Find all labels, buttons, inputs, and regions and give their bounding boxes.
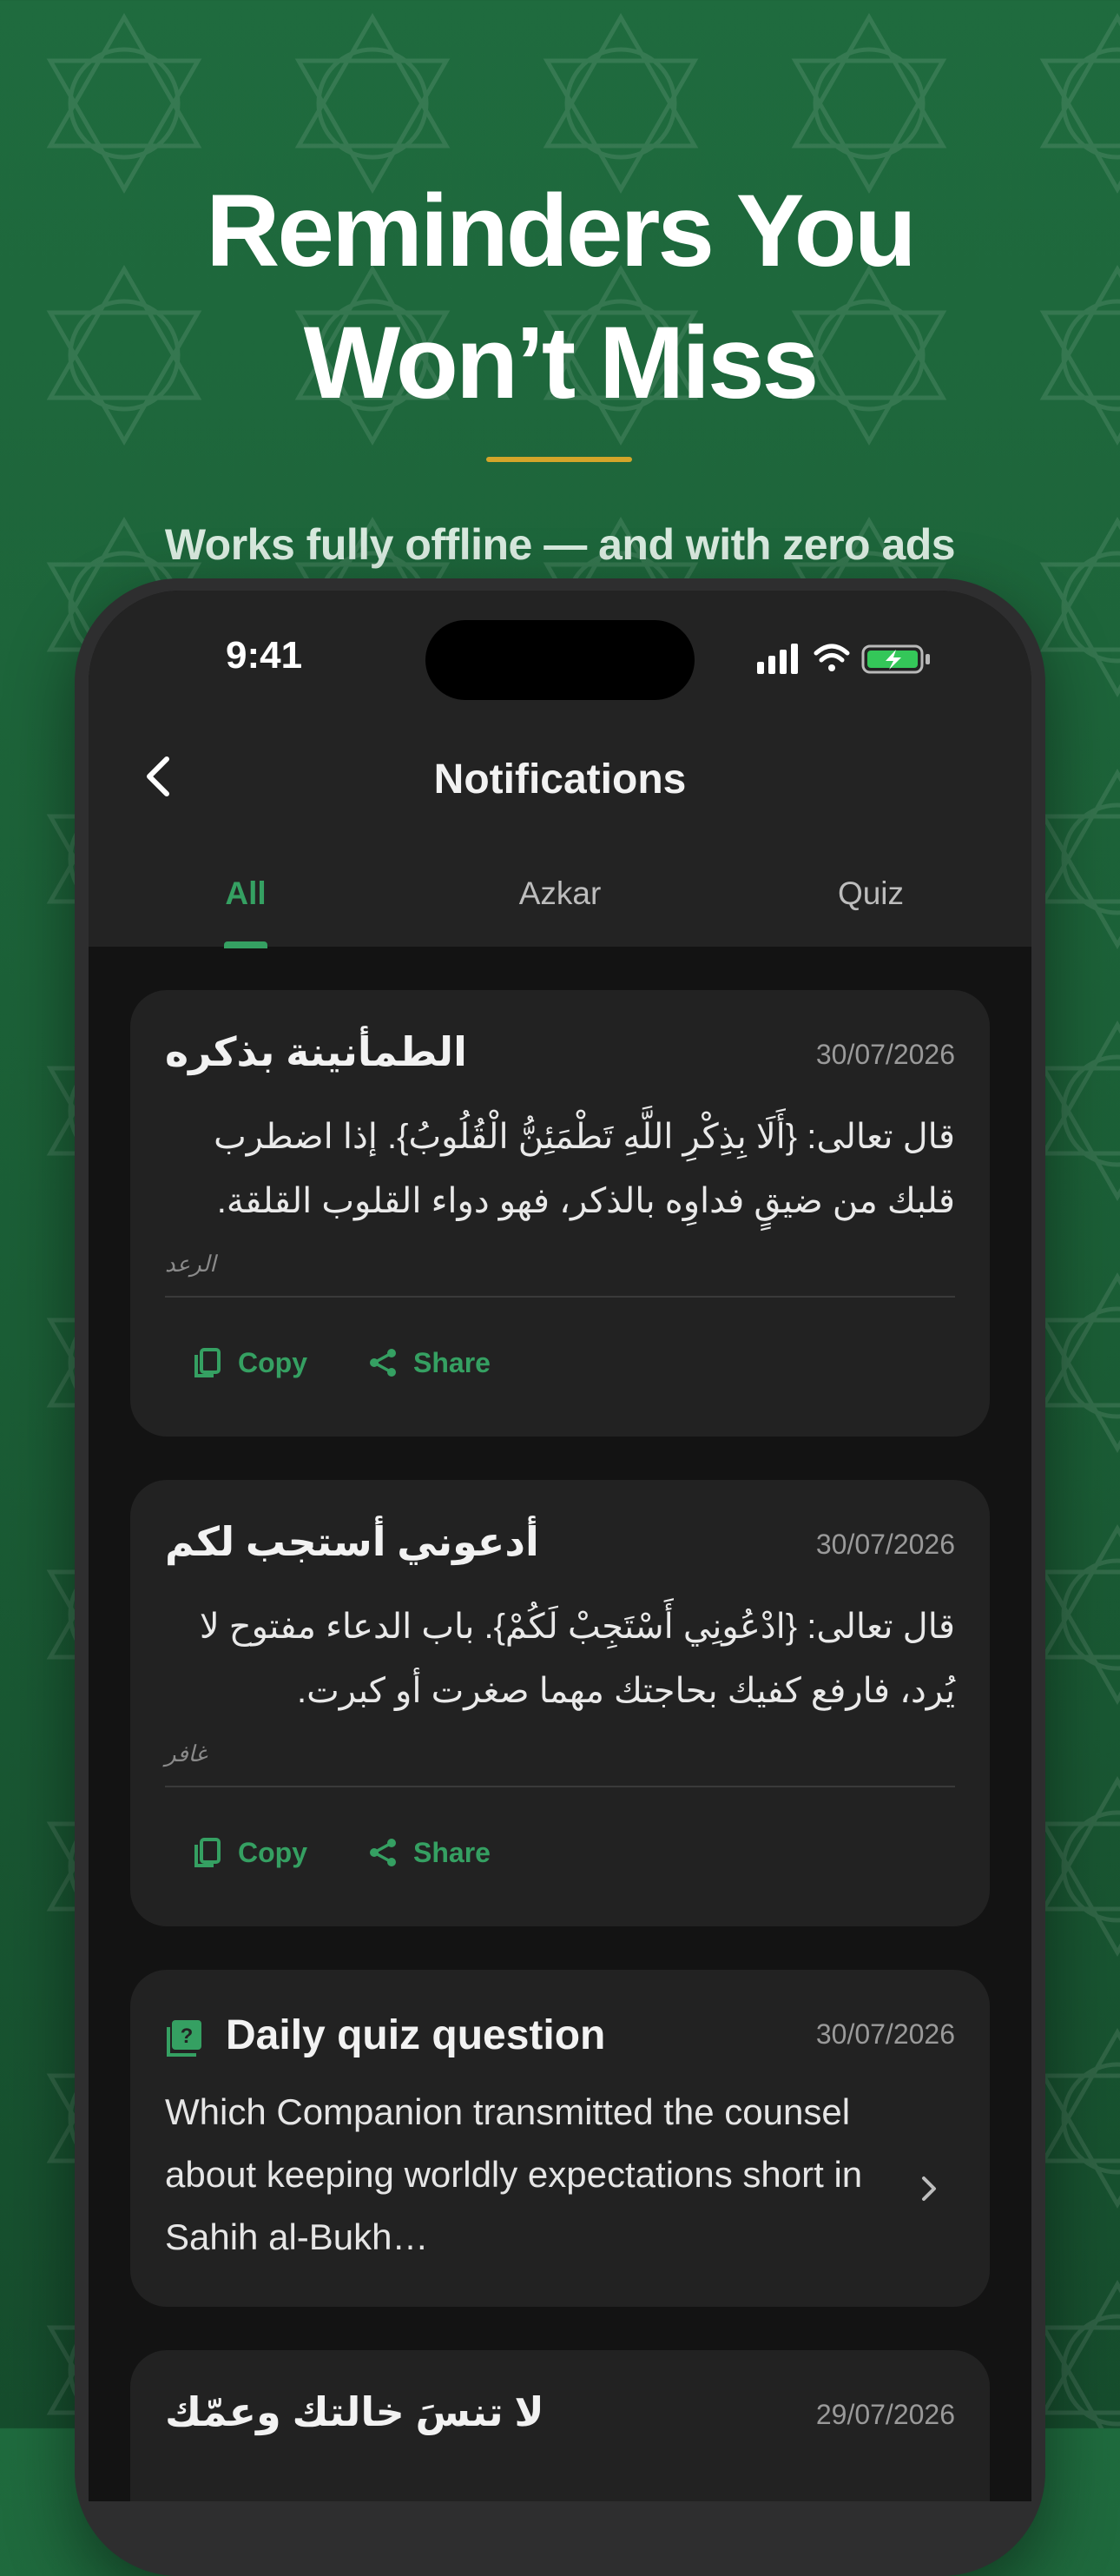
- app-header: 9:41 Notifications All Azkar Quiz: [89, 591, 1031, 948]
- quiz-notification-card[interactable]: ? Daily quiz question 30/07/2026 Which C…: [130, 1970, 990, 2307]
- copy-button[interactable]: Copy: [191, 1346, 307, 1379]
- status-icons: [757, 644, 930, 674]
- share-button[interactable]: Share: [366, 1346, 491, 1379]
- notification-card: الطمأنينة بذكره 30/07/2026 قال تعالى: {أ…: [130, 990, 990, 1437]
- notification-card: أدعوني أستجب لكم 30/07/2026 قال تعالى: {…: [130, 1480, 990, 1926]
- card-source-tag: غافر: [165, 1740, 208, 1767]
- share-label: Share: [413, 1346, 491, 1378]
- share-label: Share: [413, 1836, 491, 1868]
- card-date: 30/07/2026: [815, 1039, 955, 1070]
- card-date: 29/07/2026: [815, 2399, 955, 2430]
- battery-icon: [861, 644, 930, 674]
- tab-all[interactable]: All: [198, 875, 293, 912]
- copy-icon: [194, 1838, 221, 1867]
- hero-subline: Works fully offline — and with zero ads: [164, 520, 956, 569]
- wifi-icon: [814, 644, 850, 671]
- share-icon: [370, 1839, 396, 1866]
- card-title: الطمأنينة بذكره: [165, 1029, 467, 1074]
- card-date: 30/07/2026: [815, 1529, 955, 1560]
- card-body: Which Companion transmitted the counsel …: [165, 2091, 863, 2257]
- copy-label: Copy: [238, 1346, 307, 1378]
- status-time: 9:41: [226, 634, 303, 677]
- tab-quiz[interactable]: Quiz: [814, 875, 927, 912]
- share-icon: [370, 1349, 396, 1377]
- copy-label: Copy: [238, 1836, 307, 1868]
- hero-headline: Reminders You Won’t Miss: [0, 165, 1120, 429]
- hero-divider: [486, 457, 632, 462]
- active-tab-indicator: [224, 941, 267, 948]
- card-date: 30/07/2026: [815, 2018, 955, 2050]
- tab-azkar[interactable]: Azkar: [497, 875, 623, 912]
- card-divider: [165, 1786, 955, 1787]
- notification-card: لا تنسَ خالتك وعمّك 29/07/2026: [130, 2350, 990, 2501]
- signal-icon: [757, 644, 798, 674]
- phone-screen: 9:41 Notifications All Azkar Quiz الطمأن…: [89, 591, 1031, 2501]
- card-title: Daily quiz question: [226, 2012, 606, 2058]
- hero-headline-line2: Won’t Miss: [303, 306, 820, 420]
- quiz-icon: ?: [167, 2020, 201, 2057]
- card-body: قال تعالى: {ادْعُونِي أَسْتَجِبْ لَكُمْ}…: [199, 1608, 955, 1710]
- card-body: قال تعالى: {أَلَا بِذِكْرِ اللَّهِ تَطْم…: [214, 1118, 955, 1220]
- card-title: أدعوني أستجب لكم: [165, 1519, 539, 1564]
- dynamic-island: [425, 620, 695, 700]
- hero-headline-line1: Reminders You: [206, 174, 917, 288]
- card-source-tag: الرعد: [165, 1251, 216, 1277]
- copy-button[interactable]: Copy: [191, 1836, 307, 1869]
- share-button[interactable]: Share: [366, 1836, 491, 1869]
- card-divider: [165, 1296, 955, 1298]
- page-title: Notifications: [433, 756, 687, 803]
- svg-text:?: ?: [181, 2024, 194, 2048]
- copy-icon: [194, 1348, 221, 1377]
- chevron-right-icon: [922, 2176, 936, 2201]
